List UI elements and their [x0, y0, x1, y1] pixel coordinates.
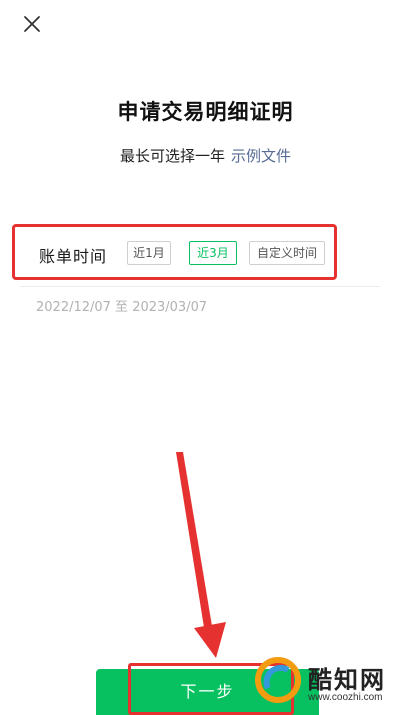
period-option-3-months[interactable]: 近3月: [189, 241, 237, 265]
coozhi-logo-icon: [255, 657, 301, 703]
watermark: 酷知网 www.coozhi.com: [254, 652, 411, 715]
period-option-1-month[interactable]: 近1月: [127, 241, 171, 265]
watermark-url: www.coozhi.com: [308, 692, 383, 703]
sample-file-link[interactable]: 示例文件: [231, 147, 291, 165]
bill-period-label: 账单时间: [39, 247, 108, 266]
close-icon: [24, 16, 40, 32]
period-option-custom[interactable]: 自定义时间: [249, 241, 325, 265]
date-range: 2022/12/07 至 2023/03/07: [36, 300, 208, 315]
subtitle-text: 最长可选择一年: [119, 147, 225, 165]
page-title: 申请交易明细证明: [117, 100, 294, 124]
divider: [20, 286, 380, 287]
watermark-brand: 酷知网: [308, 666, 386, 694]
close-button[interactable]: [20, 12, 44, 36]
subtitle: 最长可选择一年 示例文件: [0, 145, 411, 166]
bill-period-row: 账单时间 近1月 近3月 自定义时间: [12, 224, 337, 280]
